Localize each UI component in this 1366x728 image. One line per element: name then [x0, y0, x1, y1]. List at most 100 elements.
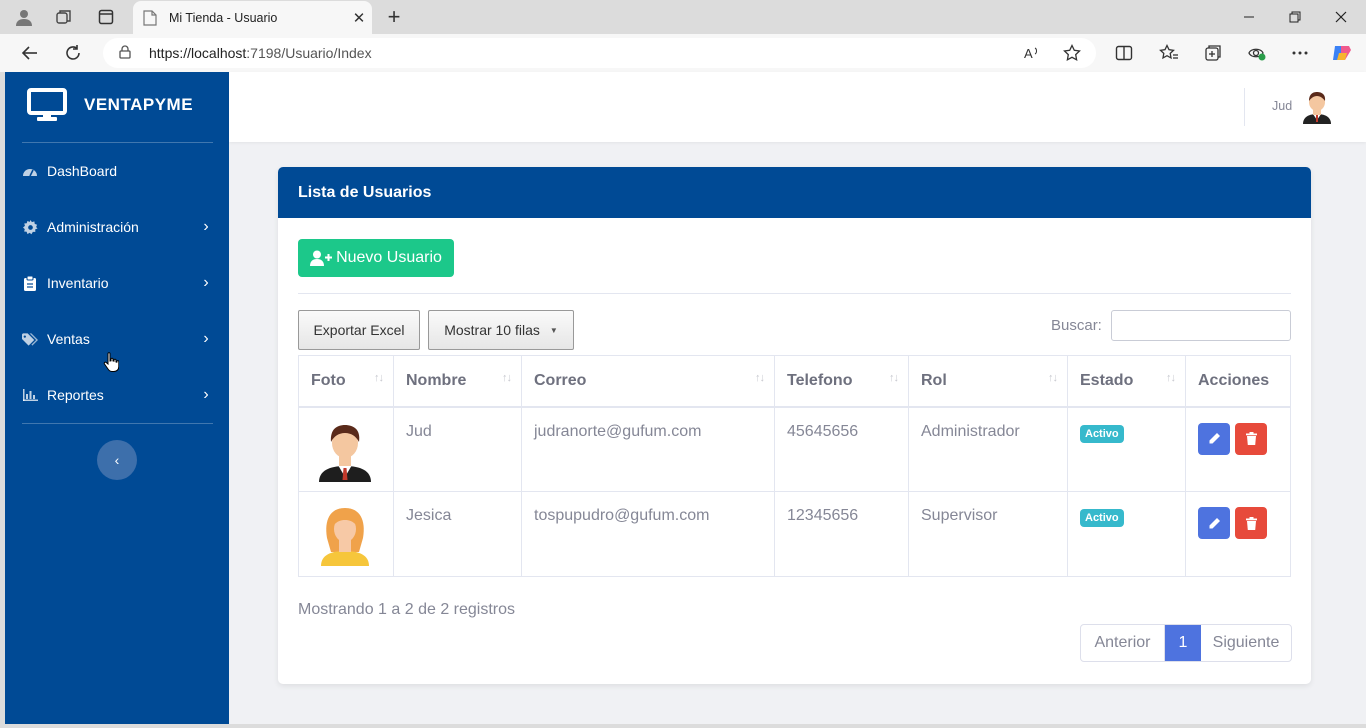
next-page-button[interactable]: Siguiente — [1201, 625, 1291, 661]
table-info: Mostrando 1 a 2 de 2 registros — [298, 601, 516, 618]
topbar-divider — [1244, 88, 1245, 126]
topbar: Jud — [229, 72, 1366, 142]
name-cell: Jesica — [393, 491, 522, 577]
workspaces-icon[interactable] — [53, 6, 75, 28]
gear-icon — [22, 219, 38, 235]
name-cell: Jud — [393, 406, 522, 492]
brand[interactable]: VENTAPYME — [27, 88, 193, 122]
edit-button[interactable] — [1198, 507, 1230, 539]
delete-button[interactable] — [1235, 422, 1267, 455]
users-card: Lista de Usuarios Nuevo Usuario Exportar… — [278, 167, 1311, 684]
vertical-tabs-icon[interactable] — [95, 6, 117, 28]
new-tab-button[interactable]: + — [383, 4, 405, 30]
column-header-nombre[interactable]: Nombre ↑↓ — [393, 355, 522, 408]
url-path: :7198/Usuario/Index — [246, 45, 372, 61]
actions-cell — [1185, 406, 1291, 492]
status-cell: Activo — [1067, 491, 1186, 577]
app-container: VENTAPYME DashBoard Administración › Inv… — [5, 72, 1366, 724]
new-user-button[interactable]: Nuevo Usuario — [298, 239, 454, 277]
sidebar-item-dashboard[interactable]: DashBoard — [22, 151, 213, 191]
sort-icon: ↑↓ — [374, 372, 384, 384]
brand-name: VENTAPYME — [84, 95, 194, 114]
reload-button[interactable] — [62, 42, 84, 64]
status-cell: Activo — [1067, 406, 1186, 492]
delete-button[interactable] — [1235, 507, 1267, 539]
page-icon — [143, 9, 157, 26]
collections-icon[interactable] — [1202, 43, 1224, 63]
photo-cell — [298, 491, 394, 577]
column-header-rol[interactable]: Rol ↑↓ — [908, 355, 1068, 408]
search-input[interactable] — [1111, 310, 1291, 341]
page-1-button[interactable]: 1 — [1165, 625, 1201, 661]
sidebar: VENTAPYME DashBoard Administración › Inv… — [5, 72, 229, 724]
card-divider — [298, 293, 1291, 294]
table-row: Jesica tospupudro@gufum.com 12345656 Sup… — [298, 491, 1291, 577]
dashboard-icon — [22, 163, 38, 179]
tags-icon — [22, 331, 38, 347]
sidebar-item-label: Inventario — [47, 275, 109, 291]
pencil-icon — [1209, 433, 1220, 444]
role-cell: Supervisor — [908, 491, 1068, 577]
url-field[interactable]: https://localhost:7198/Usuario/Index — [103, 38, 1096, 68]
split-screen-icon[interactable] — [1113, 43, 1135, 63]
sidebar-divider — [22, 423, 213, 424]
url-host: https://localhost — [149, 45, 247, 61]
sort-icon: ↑↓ — [889, 372, 899, 384]
sidebar-item-label: Ventas — [47, 331, 90, 347]
browser-tab[interactable]: Mi Tienda - Usuario ✕ — [133, 1, 372, 34]
minimize-button[interactable] — [1229, 6, 1269, 28]
edit-button[interactable] — [1198, 422, 1230, 455]
user-avatar[interactable] — [1301, 90, 1333, 124]
photo-cell — [298, 406, 394, 492]
tab-close-button[interactable]: ✕ — [346, 9, 372, 27]
chevron-right-icon: › — [203, 330, 209, 347]
monitor-icon — [27, 88, 67, 121]
copilot-icon[interactable] — [1331, 43, 1353, 63]
table-row: Jud judranorte@gufum.com 45645656 Admini… — [298, 406, 1291, 492]
column-header-telefono[interactable]: Telefono ↑↓ — [774, 355, 909, 408]
sidebar-divider — [22, 142, 213, 143]
profile-icon[interactable] — [13, 6, 35, 28]
favorite-star-icon[interactable] — [1061, 43, 1083, 63]
browser-address-bar: https://localhost:7198/Usuario/Index A — [0, 34, 1366, 72]
hand-cursor-icon — [103, 352, 120, 377]
sidebar-toggle-button[interactable]: ‹ — [97, 440, 137, 480]
sidebar-item-reportes[interactable]: Reportes › — [22, 375, 213, 415]
phone-cell: 12345656 — [774, 491, 909, 577]
browser-tab-bar: Mi Tienda - Usuario ✕ + — [0, 0, 1366, 34]
chevron-right-icon: › — [203, 274, 209, 291]
back-button[interactable] — [19, 42, 41, 64]
rows-per-page-button[interactable]: Mostrar 10 filas ▼ — [428, 310, 574, 350]
favorites-icon[interactable] — [1158, 43, 1180, 63]
sort-icon: ↑↓ — [502, 372, 512, 384]
user-name[interactable]: Jud — [1272, 99, 1292, 113]
extension-shield-icon[interactable] — [1246, 43, 1268, 63]
sort-icon: ↑↓ — [1166, 372, 1176, 384]
export-excel-button[interactable]: Exportar Excel — [298, 310, 420, 350]
trash-icon — [1245, 516, 1257, 530]
close-window-button[interactable] — [1321, 6, 1361, 28]
sort-icon: ↑↓ — [1048, 372, 1058, 384]
column-header-acciones: Acciones — [1185, 355, 1291, 408]
tab-title: Mi Tienda - Usuario — [169, 10, 278, 25]
sort-icon: ↑↓ — [755, 372, 765, 384]
column-header-estado[interactable]: Estado ↑↓ — [1067, 355, 1186, 408]
status-badge: Activo — [1080, 424, 1124, 443]
email-cell: judranorte@gufum.com — [521, 406, 775, 492]
sidebar-item-administracion[interactable]: Administración › — [22, 207, 213, 247]
sidebar-item-inventario[interactable]: Inventario › — [22, 263, 213, 303]
more-menu-icon[interactable] — [1289, 43, 1311, 63]
new-user-label: Nuevo Usuario — [336, 249, 442, 266]
email-cell: tospupudro@gufum.com — [521, 491, 775, 577]
chevron-right-icon: › — [203, 386, 209, 403]
column-header-foto[interactable]: Foto ↑↓ — [298, 355, 394, 408]
column-header-correo[interactable]: Correo ↑↓ — [521, 355, 775, 408]
card-title: Lista de Usuarios — [278, 167, 1311, 218]
status-badge: Activo — [1080, 509, 1124, 527]
restore-button[interactable] — [1275, 6, 1315, 28]
previous-page-button[interactable]: Anterior — [1081, 625, 1165, 661]
chart-icon — [22, 387, 38, 403]
male-avatar-image — [319, 424, 371, 482]
read-aloud-icon[interactable]: A — [1021, 43, 1043, 63]
caret-down-icon: ▼ — [549, 325, 558, 335]
